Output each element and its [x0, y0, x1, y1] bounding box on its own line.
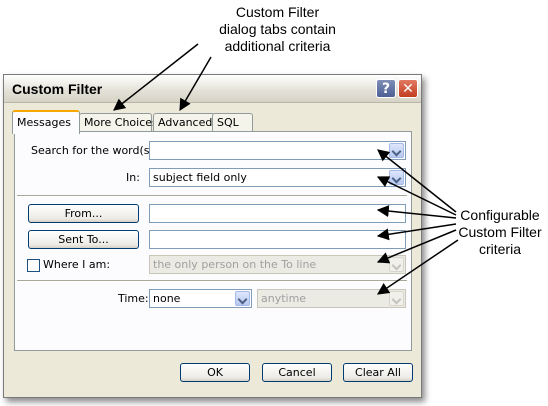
- arrow-to-search-field: [377, 149, 457, 213]
- tab-messages[interactable]: Messages: [12, 110, 80, 134]
- arrow-to-in-field: [376, 176, 457, 216]
- arrow-to-from-field: [376, 205, 457, 219]
- annotation-arrows: [113, 43, 459, 295]
- arrow-to-time-field: [377, 239, 459, 295]
- arrow-to-advanced-tab: [179, 56, 212, 112]
